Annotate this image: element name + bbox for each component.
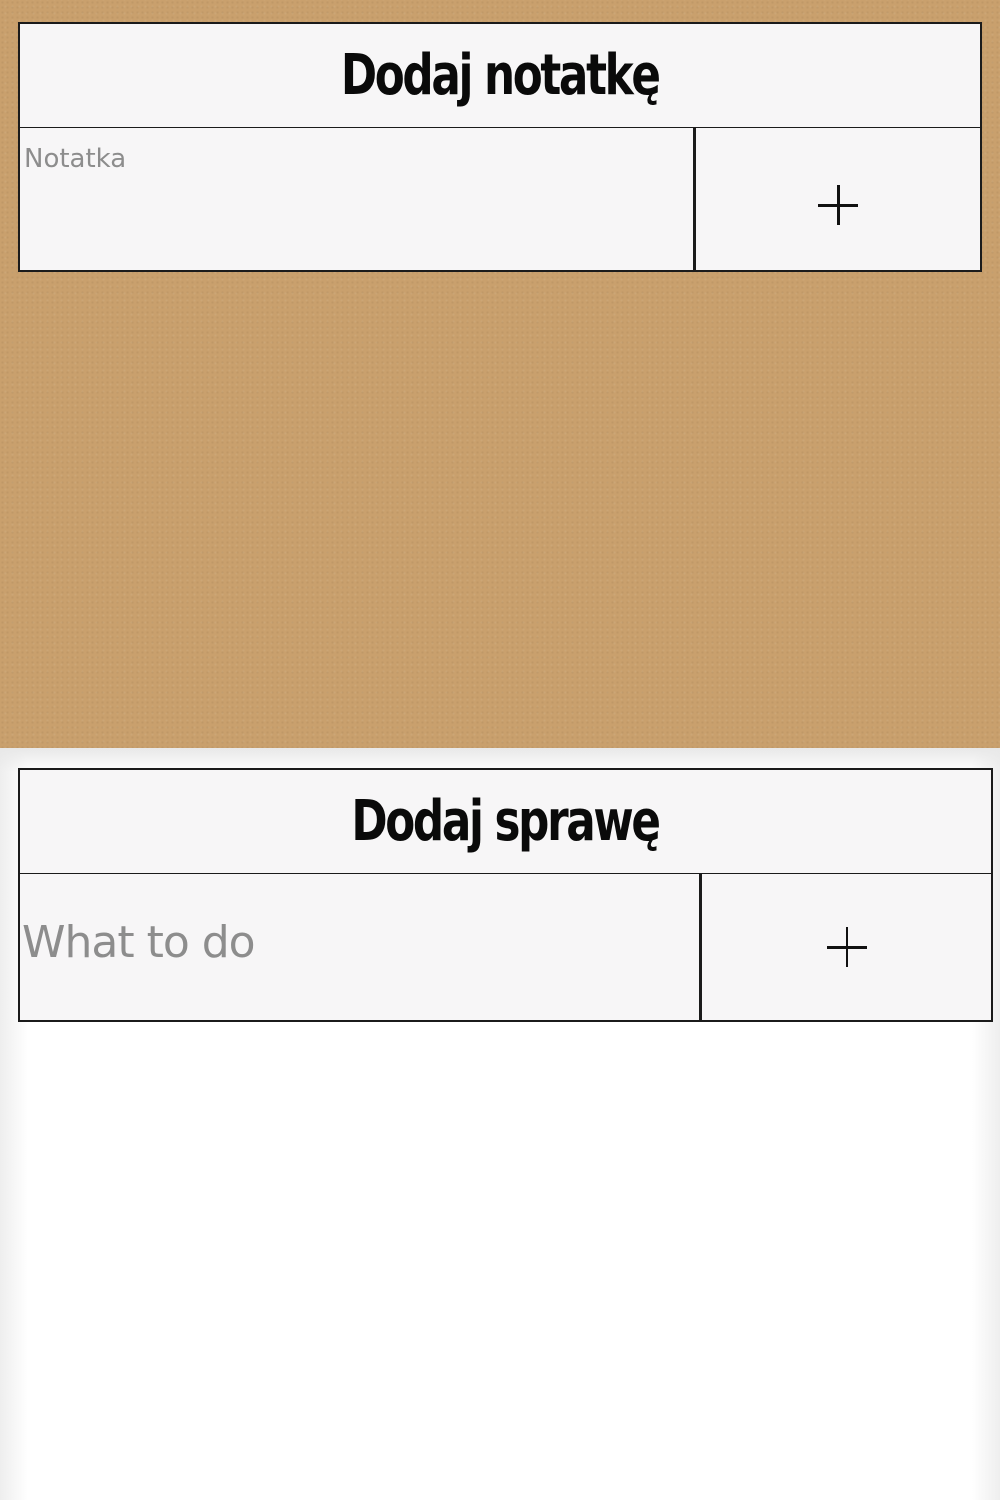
- add-task-title: Dodaj sprawę: [20, 770, 991, 876]
- add-note-form: Dodaj notatkę: [18, 22, 982, 272]
- notes-board: Dodaj notatkę: [0, 0, 1000, 748]
- task-input[interactable]: [20, 874, 702, 1020]
- plus-icon: [818, 185, 858, 225]
- add-note-title-text: Dodaj notatkę: [341, 43, 661, 108]
- add-task-form: Dodaj sprawę: [18, 768, 993, 1022]
- add-task-button[interactable]: [702, 874, 991, 1020]
- note-input[interactable]: [20, 128, 696, 270]
- add-note-title: Dodaj notatkę: [20, 24, 980, 130]
- plus-icon: [826, 927, 867, 967]
- add-task-title-text: Dodaj sprawę: [351, 789, 662, 854]
- add-note-button[interactable]: [696, 128, 980, 270]
